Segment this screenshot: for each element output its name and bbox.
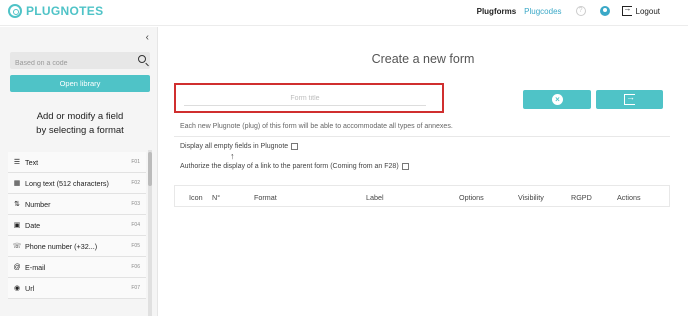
field-format-text[interactable]: ☰ Text F01	[8, 152, 146, 173]
sidebar-heading-line2: by selecting a format	[36, 125, 124, 136]
field-label: Date	[25, 220, 41, 230]
nav-plugcodes[interactable]: Plugcodes	[524, 7, 561, 16]
column-header-icon: Icon	[189, 193, 203, 202]
empty-fields-checkbox[interactable]	[291, 143, 299, 150]
email-icon: @	[13, 263, 21, 271]
field-code: F02	[131, 180, 140, 186]
field-format-url[interactable]: ◉ Url F07	[8, 278, 146, 299]
field-code: F06	[131, 264, 140, 270]
form-info-text: Each new Plugnote (plug) of this form wi…	[180, 123, 453, 130]
field-label: Long text (512 characters)	[25, 178, 109, 188]
option-parent-link-label: Authorize the display of a link to the p…	[180, 163, 399, 170]
parent-link-checkbox[interactable]	[401, 163, 409, 170]
exit-button[interactable]	[596, 90, 663, 109]
close-circle-icon: ×	[552, 94, 563, 105]
search-icon[interactable]	[138, 55, 146, 63]
field-format-long-text[interactable]: ▦ Long text (512 characters) F02	[8, 173, 146, 194]
top-nav: Plugforms Plugcodes ? Logout	[477, 4, 660, 16]
plugnotes-logo-icon	[8, 4, 22, 18]
mouse-cursor-icon: ↑	[230, 151, 235, 161]
field-code: F05	[131, 243, 140, 249]
field-format-list: ☰ Text F01 ▦ Long text (512 characters) …	[8, 152, 146, 299]
field-label: Number	[25, 199, 51, 209]
sidebar-heading-line1: Add or modify a field	[36, 111, 124, 122]
column-header-visibility: Visibility	[518, 193, 544, 202]
phone-icon: ☏	[12, 243, 22, 250]
scrollbar-thumb[interactable]	[148, 152, 152, 186]
field-label: Phone number (+32...)	[25, 241, 98, 251]
field-format-phone[interactable]: ☏ Phone number (+32...) F05	[8, 236, 146, 257]
field-code: F03	[131, 201, 140, 207]
user-account-icon[interactable]	[599, 6, 610, 16]
top-bar: PLUGNOTES Plugforms Plugcodes ? Logout	[0, 0, 688, 26]
open-library-button[interactable]: Open library	[10, 75, 150, 92]
sidebar-heading: Add or modify a field by selecting a for…	[10, 110, 150, 138]
field-format-date[interactable]: ▣ Date F04	[8, 215, 146, 236]
code-search-input[interactable]	[10, 55, 130, 72]
collapse-sidebar-icon[interactable]: ‹	[146, 32, 149, 43]
field-format-number[interactable]: ⇅ Number F03	[8, 194, 146, 215]
divider	[174, 136, 670, 137]
help-icon[interactable]: ?	[575, 6, 586, 16]
field-format-email[interactable]: @ E-mail F06	[8, 257, 146, 278]
field-label: E-mail	[25, 262, 46, 272]
url-icon: ◉	[13, 285, 21, 292]
fields-table-header: Icon N° Format Label Options Visibility …	[174, 185, 670, 207]
field-code: F07	[131, 285, 140, 291]
column-header-rgpd: RGPD	[571, 193, 592, 202]
field-code: F04	[131, 222, 140, 228]
field-code: F01	[131, 159, 140, 165]
column-header-label: Label	[366, 193, 384, 202]
nav-plugforms[interactable]: Plugforms	[477, 7, 517, 16]
long-text-icon: ▦	[13, 180, 21, 187]
option-empty-fields: Display all empty fields in Plugnote	[180, 143, 299, 150]
sidebar: ‹ Open library Add or modify a field by …	[0, 27, 158, 316]
logout-icon[interactable]	[621, 4, 632, 16]
page-title: Create a new form	[371, 52, 475, 66]
date-icon: ▣	[13, 222, 21, 229]
form-title-highlight	[174, 83, 444, 113]
cancel-button[interactable]: ×	[523, 90, 591, 109]
option-empty-fields-label: Display all empty fields in Plugnote	[180, 143, 289, 150]
logout-link[interactable]: Logout	[636, 7, 660, 16]
column-header-format: Format	[254, 193, 277, 202]
code-search	[10, 52, 150, 72]
number-icon: ⇅	[14, 201, 20, 208]
column-header-number: N°	[212, 193, 221, 202]
exit-icon	[624, 92, 635, 105]
field-label: Text	[25, 157, 39, 167]
logo-text: PLUGNOTES	[26, 4, 104, 18]
sidebar-scrollbar[interactable]	[148, 150, 152, 316]
option-parent-link: Authorize the display of a link to the p…	[180, 163, 409, 170]
column-header-actions: Actions	[617, 193, 641, 202]
column-header-options: Options	[459, 193, 484, 202]
text-icon: ☰	[13, 159, 21, 166]
logo[interactable]: PLUGNOTES	[8, 4, 103, 18]
form-title-input[interactable]	[184, 92, 426, 106]
field-label: Url	[25, 283, 35, 293]
